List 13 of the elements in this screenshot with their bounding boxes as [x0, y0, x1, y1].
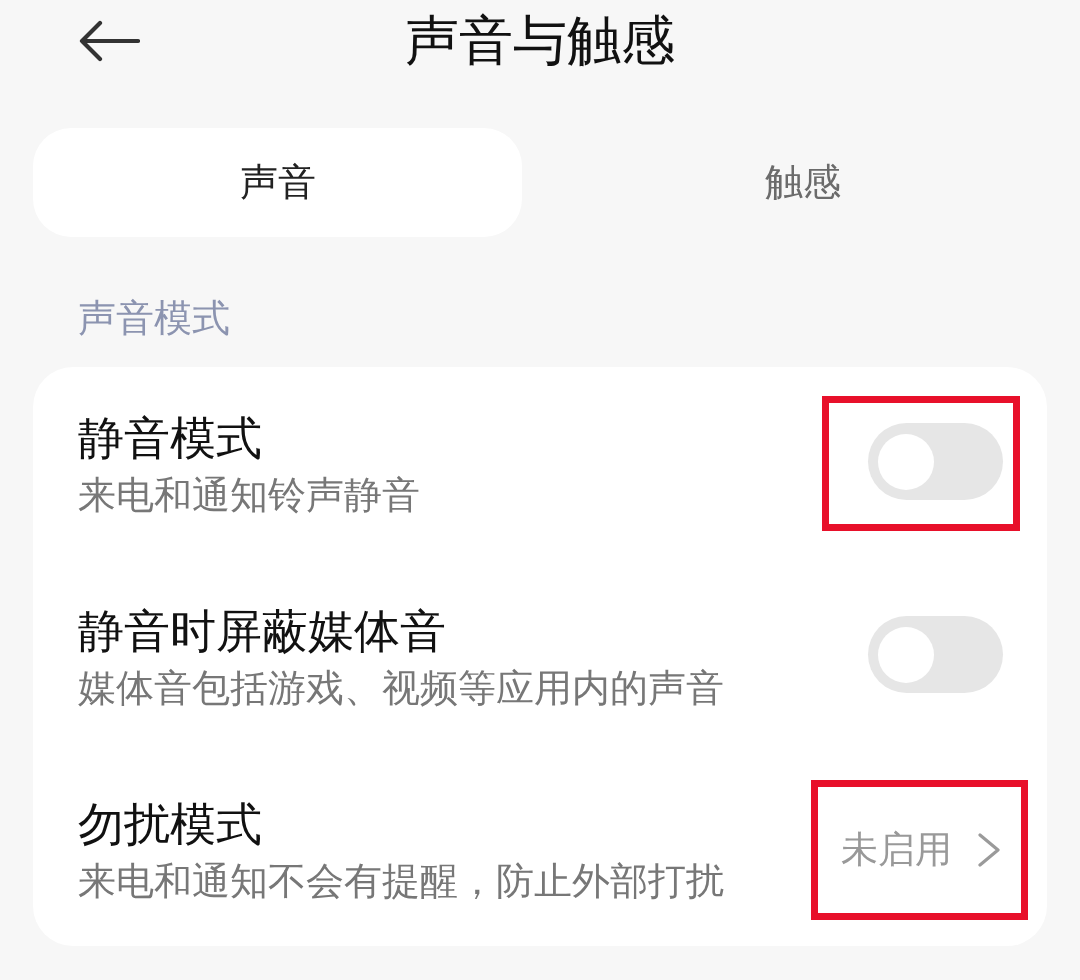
- setting-title: 静音时屏蔽媒体音: [78, 602, 446, 659]
- setting-title: 静音模式: [78, 409, 262, 466]
- value-label: 未启用: [841, 826, 952, 873]
- setting-description: 来电和通知不会有提醒，防止外部打扰: [78, 857, 724, 904]
- setting-description: 来电和通知铃声静音: [78, 471, 420, 518]
- setting-title: 勿扰模式: [78, 795, 262, 852]
- setting-description: 媒体音包括游戏、视频等应用内的声音: [78, 664, 724, 711]
- page-title: 声音与触感: [405, 9, 675, 73]
- chevron-right-icon: [978, 832, 1000, 867]
- back-arrow-icon[interactable]: [78, 20, 140, 62]
- tab[interactable]: 声音: [33, 128, 522, 237]
- tab[interactable]: 触感: [558, 128, 1047, 237]
- section-header: 声音模式: [78, 295, 230, 342]
